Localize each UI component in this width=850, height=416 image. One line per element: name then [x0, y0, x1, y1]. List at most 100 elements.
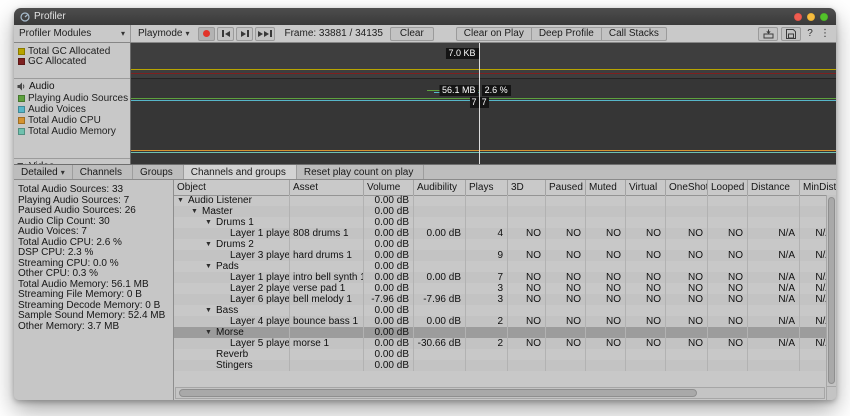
record-button[interactable]	[198, 27, 215, 41]
chart-legend-item[interactable]: GC Allocated	[14, 56, 130, 66]
profiler-modules-dropdown[interactable]: Profiler Modules ▾	[14, 25, 131, 42]
foldout-arrow-icon[interactable]: ▼	[205, 305, 216, 316]
looped-cell	[708, 327, 748, 338]
table-row[interactable]: Layer 1 player 0 808 drums 1 0.00 dB 0.0…	[174, 228, 836, 239]
window-control-button[interactable]	[820, 13, 828, 21]
table-row[interactable]: Layer 3 player 0 hard drums 1 0.00 dB 9 …	[174, 250, 836, 261]
previous-frame-button[interactable]	[217, 27, 234, 41]
kebab-menu-icon[interactable]: ⋮	[819, 28, 831, 39]
table-row[interactable]: ▼ Bass 0.00 dB	[174, 305, 836, 316]
tab[interactable]: Groups	[133, 165, 184, 179]
vertical-scrollbar-thumb[interactable]	[828, 197, 835, 384]
save-profile-button[interactable]	[781, 27, 801, 41]
table-row[interactable]: Layer 6 player 1 bell melody 1 -7.96 dB …	[174, 294, 836, 305]
load-profile-button[interactable]	[758, 27, 778, 41]
oneshot-cell	[666, 327, 708, 338]
volume-cell: 0.00 dB	[364, 239, 414, 250]
table-row[interactable]: Layer 5 player 1 morse 1 0.00 dB -30.66 …	[174, 338, 836, 349]
window-control-button[interactable]	[794, 13, 802, 21]
chart-legend-item[interactable]: Audio Voices	[14, 104, 130, 114]
column-header-looped[interactable]: Looped	[708, 180, 748, 195]
table-row[interactable]: Layer 2 player 0 verse pad 1 0.00 dB 3 N…	[174, 283, 836, 294]
column-header-mindist[interactable]: MinDist	[800, 180, 836, 195]
titlebar[interactable]: Profiler	[14, 8, 836, 25]
tab-label: Channels and groups	[191, 167, 286, 178]
object-name: Audio Listener	[188, 195, 252, 206]
3d-cell	[508, 261, 546, 272]
horizontal-scrollbar[interactable]	[175, 387, 825, 399]
table-row[interactable]: ▼ Master 0.00 dB	[174, 206, 836, 217]
virtual-cell	[626, 206, 666, 217]
foldout-arrow-icon[interactable]: ▼	[205, 217, 216, 228]
help-icon[interactable]: ?	[804, 28, 816, 39]
foldout-arrow-icon[interactable]: ▼	[191, 206, 202, 217]
clear-button[interactable]: Clear	[390, 27, 434, 41]
chart-legend-item[interactable]: Total Audio CPU	[14, 115, 130, 125]
tab[interactable]: Channels and groups	[184, 165, 297, 179]
foldout-arrow-icon[interactable]: ▼	[205, 327, 216, 338]
horizontal-scrollbar-thumb[interactable]	[179, 389, 697, 397]
column-header-muted[interactable]: Muted	[586, 180, 626, 195]
object-name: Layer 6 player 1	[230, 294, 290, 305]
table-row[interactable]: Reverb 0.00 dB	[174, 349, 836, 360]
video-module-header[interactable]: Video	[14, 160, 130, 164]
stat-line: Streaming File Memory: 0 B	[18, 290, 173, 301]
chart-legend-item[interactable]: Playing Audio Sources	[14, 93, 130, 103]
plays-cell	[466, 261, 508, 272]
audio-module-title: Audio	[29, 81, 55, 92]
column-header-asset[interactable]: Asset	[290, 180, 364, 195]
clear-on-play-toggle[interactable]: Clear on Play	[456, 27, 532, 41]
column-header-virtual[interactable]: Virtual	[626, 180, 666, 195]
table-row[interactable]: Layer 4 player 1 bounce bass 1 0.00 dB 0…	[174, 316, 836, 327]
legend-label: Audio Voices	[28, 104, 86, 115]
object-cell: Stingers	[174, 360, 290, 371]
profiler-chart[interactable]: 7.0 KB 56.1 MB 2.6 % 7 7	[131, 43, 836, 164]
audio-cpu-badge: 2.6 %	[482, 85, 511, 96]
muted-cell	[586, 327, 626, 338]
oneshot-cell: NO	[666, 272, 708, 283]
virtual-cell: NO	[626, 316, 666, 327]
table-row[interactable]: ▼ Drums 2 0.00 dB	[174, 239, 836, 250]
audio-module-header[interactable]: Audio	[14, 80, 130, 92]
looped-cell	[708, 305, 748, 316]
foldout-arrow-icon[interactable]: ▼	[205, 261, 216, 272]
deep-profile-toggle[interactable]: Deep Profile	[532, 27, 602, 41]
table-row[interactable]: ▼ Morse 0.00 dB	[174, 327, 836, 338]
legend-label: Total Audio Memory	[28, 126, 116, 137]
plays-cell: 2	[466, 338, 508, 349]
foldout-arrow-icon[interactable]: ▼	[205, 239, 216, 250]
table-row[interactable]: Stingers 0.00 dB	[174, 360, 836, 371]
tab[interactable]: Channels	[73, 165, 133, 179]
distance-cell	[748, 195, 800, 206]
next-frame-button[interactable]	[236, 27, 253, 41]
foldout-arrow-icon[interactable]: ▼	[177, 195, 188, 206]
column-header-3d[interactable]: 3D	[508, 180, 546, 195]
call-stacks-toggle[interactable]: Call Stacks	[602, 27, 667, 41]
target-selection-dropdown[interactable]: Playmode ▾	[131, 25, 196, 42]
table-row[interactable]: ▼ Drums 1 0.00 dB	[174, 217, 836, 228]
column-header-object[interactable]: Object	[174, 180, 290, 195]
column-header-volume[interactable]: Volume	[364, 180, 414, 195]
column-header-audibility[interactable]: Audibility	[414, 180, 466, 195]
virtual-cell	[626, 239, 666, 250]
channels-table: Object Asset Volume Audibility Plays 3D …	[174, 180, 836, 400]
current-frame-button[interactable]	[255, 27, 275, 41]
column-header-oneshot[interactable]: OneShot	[666, 180, 708, 195]
chart-legend-item[interactable]: Total GC Allocated	[14, 46, 130, 56]
table-row[interactable]: ▼ Pads 0.00 dB	[174, 261, 836, 272]
playmode-label: Playmode	[138, 28, 182, 39]
table-row[interactable]: Layer 1 player 1 intro bell synth 1 0.00…	[174, 272, 836, 283]
column-header-plays[interactable]: Plays	[466, 180, 508, 195]
window-control-button[interactable]	[807, 13, 815, 21]
table-row[interactable]: ▼ Audio Listener 0.00 dB	[174, 195, 836, 206]
column-header-paused[interactable]: Paused	[546, 180, 586, 195]
vertical-scrollbar[interactable]	[826, 195, 836, 386]
virtual-cell: NO	[626, 272, 666, 283]
volume-cell: 0.00 dB	[364, 195, 414, 206]
3d-cell	[508, 217, 546, 228]
chart-legend-item[interactable]: Total Audio Memory	[14, 126, 130, 136]
tab[interactable]: Reset play count on play	[297, 165, 425, 179]
column-header-distance[interactable]: Distance	[748, 180, 800, 195]
object-cell: ▼ Bass	[174, 305, 290, 316]
tab[interactable]: Detailed ▾	[14, 165, 73, 179]
